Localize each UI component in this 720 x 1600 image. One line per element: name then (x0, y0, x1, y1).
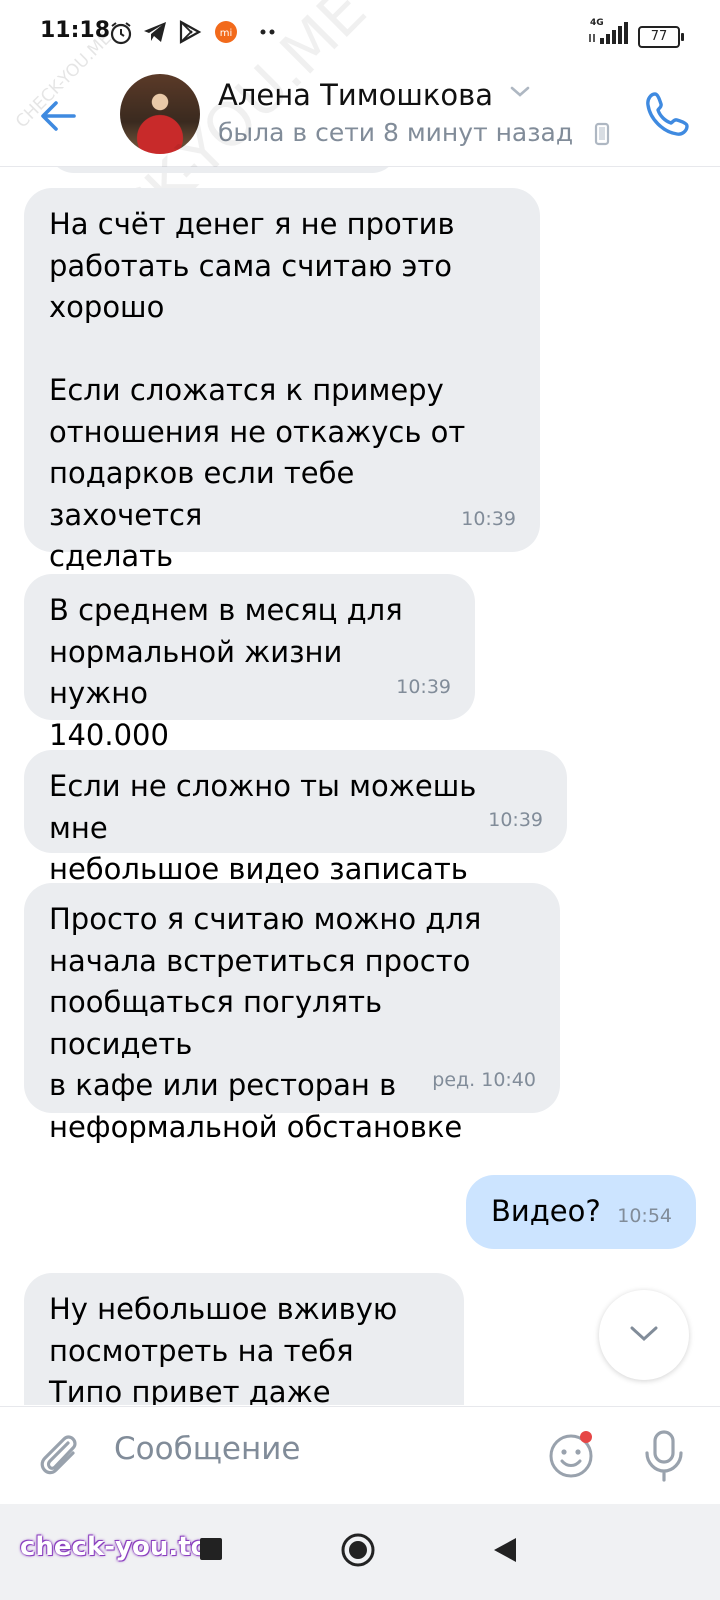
message-bubble-incoming[interactable]: Ну небольшое вживую посмотреть на тебя Т… (24, 1273, 464, 1405)
chat-header: Алена Тимошкова была в сети 8 минут наза… (0, 70, 720, 167)
message-composer: Сообщение (0, 1406, 720, 1505)
contact-name[interactable]: Алена Тимошкова (218, 78, 493, 112)
mobile-device-icon (594, 122, 610, 146)
back-button[interactable] (34, 92, 82, 140)
message-time: 10:39 (461, 507, 516, 530)
play-store-icon (179, 20, 202, 44)
notification-dot (580, 1431, 592, 1443)
home-button[interactable] (340, 1532, 376, 1568)
back-nav-button[interactable] (492, 1536, 518, 1564)
emoji-button[interactable] (546, 1429, 598, 1481)
message-input[interactable]: Сообщение (114, 1431, 300, 1467)
message-bubble-incoming[interactable]: Просто я считаю можно для начала встрети… (24, 883, 560, 1144)
message-text: В среднем в месяц для нормальной жизни н… (49, 593, 403, 752)
message-time: 10:54 (617, 1204, 672, 1227)
attach-button[interactable] (34, 1429, 84, 1483)
chevron-down-icon (630, 1326, 658, 1342)
message-time: ред. 10:40 (432, 1068, 536, 1091)
message-bubble-incoming[interactable]: В среднем в месяц для нормальной жизни н… (24, 574, 475, 752)
message-bubble-incoming[interactable]: На счёт денег я не против работать сама … (24, 188, 540, 573)
message-time: 10:39 (396, 675, 451, 698)
system-nav-bar: check-you.to (0, 1504, 720, 1600)
status-bar: 11:18 mi 4G 77 (0, 0, 720, 70)
chevron-down-icon[interactable] (508, 84, 532, 100)
message-text: Если не сложно ты можешь мне небольшое в… (49, 769, 477, 886)
previous-message-tail (48, 167, 398, 173)
message-text: Просто я считаю можно для начала встрети… (49, 902, 482, 1144)
message-text: Ну небольшое вживую посмотреть на тебя Т… (49, 1292, 398, 1405)
message-time: 10:39 (488, 808, 543, 831)
telegram-icon (144, 22, 166, 42)
mi-icon: mi (215, 21, 237, 43)
microphone-button[interactable] (640, 1429, 688, 1483)
signal-icon (589, 22, 628, 44)
scroll-down-button[interactable] (599, 1290, 689, 1380)
message-text: На счёт денег я не против работать сама … (49, 207, 466, 573)
more-dots-icon (260, 29, 275, 35)
message-list[interactable]: На счёт денег я не против работать сама … (0, 167, 720, 1405)
battery-indicator: 77 (638, 26, 684, 48)
call-button[interactable] (640, 86, 696, 142)
status-time: 11:18 (40, 18, 111, 43)
alarm-icon (110, 22, 132, 45)
avatar[interactable] (120, 74, 200, 154)
contact-status: была в сети 8 минут назад (218, 118, 574, 147)
recents-button[interactable] (198, 1536, 224, 1562)
message-bubble-incoming[interactable]: Если не сложно ты можешь мне небольшое в… (24, 750, 567, 886)
svg-text:mi: mi (220, 28, 233, 39)
message-bubble-outgoing[interactable]: Видео? 10:54 (466, 1175, 696, 1249)
watermark-bottom: check-you.to (20, 1532, 209, 1562)
